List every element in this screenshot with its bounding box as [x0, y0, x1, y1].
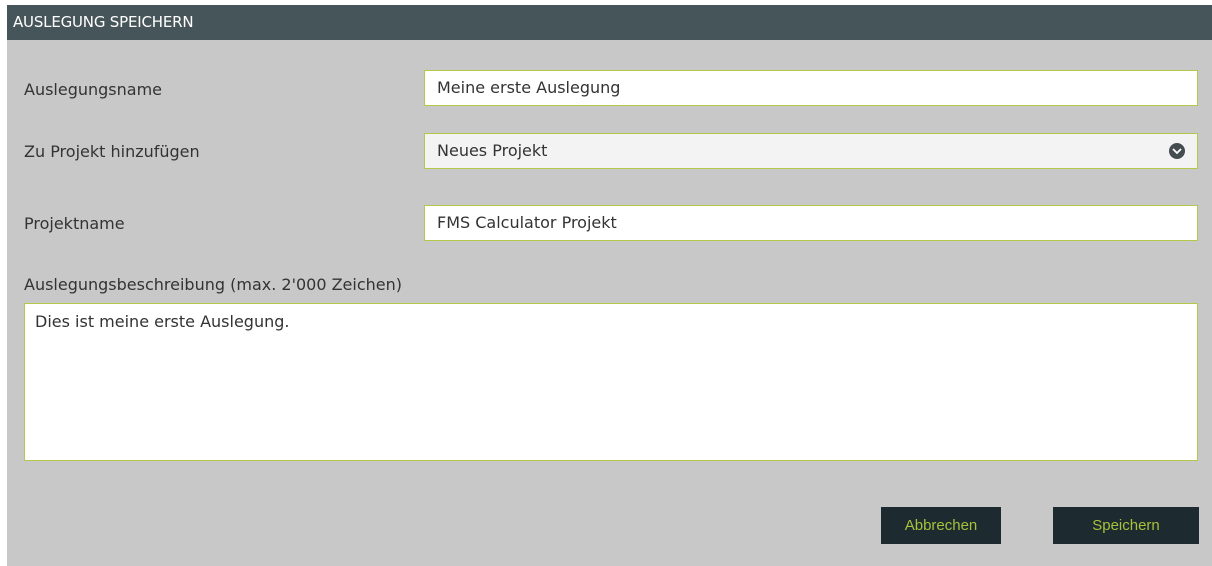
- save-button[interactable]: Speichern: [1053, 507, 1199, 544]
- project-name-label: Projektname: [24, 214, 125, 233]
- cancel-button[interactable]: Abbrechen: [881, 507, 1001, 544]
- design-name-label: Auslegungsname: [24, 80, 163, 99]
- design-name-input[interactable]: Meine erste Auslegung: [424, 70, 1198, 106]
- save-design-dialog: AUSLEGUNG SPEICHERN Auslegungsname Meine…: [7, 5, 1212, 566]
- add-to-project-label: Zu Projekt hinzufügen: [24, 142, 200, 161]
- chevron-down-icon[interactable]: [1169, 143, 1185, 159]
- description-textarea[interactable]: Dies ist meine erste Auslegung.: [24, 303, 1198, 461]
- project-name-input[interactable]: FMS Calculator Projekt: [424, 205, 1198, 241]
- dialog-title: AUSLEGUNG SPEICHERN: [7, 5, 1212, 40]
- project-select-value: Neues Projekt: [437, 141, 548, 160]
- project-select[interactable]: Neues Projekt: [424, 133, 1198, 169]
- description-label: Auslegungsbeschreibung (max. 2'000 Zeich…: [24, 275, 402, 294]
